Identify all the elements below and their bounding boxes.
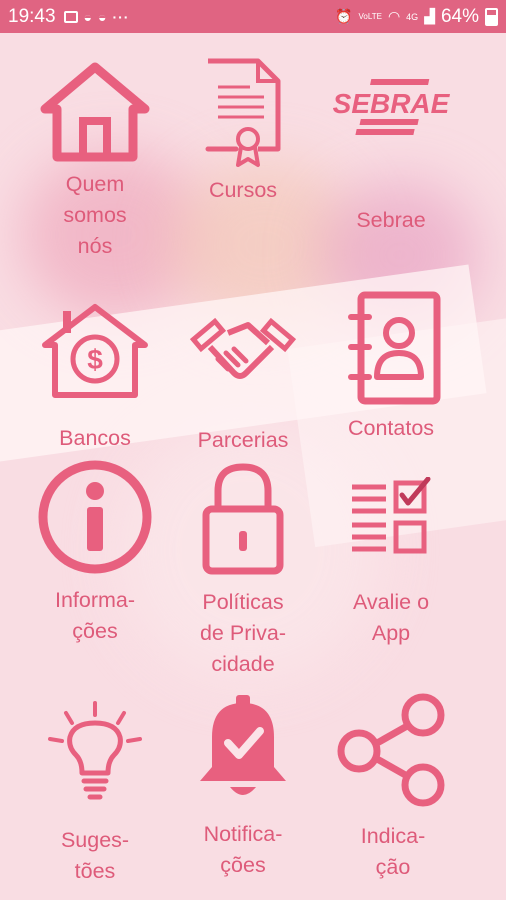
handshake-icon — [189, 317, 297, 379]
menu-item-parcerias[interactable]: Parcerias — [168, 303, 318, 456]
menu-label: Indica- ção — [360, 824, 426, 879]
menu-item-informacoes[interactable]: Informa- ções — [20, 459, 170, 647]
menu-item-notificacoes[interactable]: Notifica- ções — [168, 691, 318, 881]
notification-icon-2: ◒ — [98, 8, 107, 25]
menu-label: Notifica- ções — [203, 822, 283, 877]
menu-item-contatos[interactable]: Contatos — [316, 291, 466, 444]
gallery-icon — [63, 10, 78, 23]
bank-house-icon: $ — [42, 304, 148, 398]
svg-text:$: $ — [87, 344, 103, 375]
wifi-icon: ◠ — [387, 8, 401, 24]
info-icon — [38, 460, 152, 574]
contact-book-icon — [348, 291, 441, 405]
menu-label: Suges- tões — [60, 828, 130, 883]
menu-label: Bancos — [59, 426, 131, 450]
menu-item-politicas[interactable]: Políticas de Priva- cidade — [168, 461, 318, 680]
menu-item-avalie[interactable]: Avalie o App — [316, 477, 466, 649]
menu-label: Informa- ções — [54, 588, 136, 643]
status-bar: 19:43 ◒ ◒ ··· ⏰ VoLTE ◠ 4G ▟ 64% — [0, 0, 506, 33]
certificate-icon — [205, 58, 281, 167]
battery-icon — [485, 7, 498, 26]
lightbulb-icon — [48, 701, 142, 800]
battery-percent: 64% — [440, 5, 479, 27]
menu-label: Contatos — [347, 416, 435, 440]
menu-label: Parcerias — [197, 428, 289, 452]
more-notifications-icon: ··· — [112, 8, 130, 25]
share-icon — [337, 693, 445, 807]
house-icon — [40, 62, 150, 162]
bell-icon — [200, 695, 286, 795]
menu-label: Políticas de Priva- cidade — [199, 590, 287, 676]
status-time: 19:43 — [8, 5, 56, 27]
menu-label: Avalie o App — [352, 590, 430, 645]
sebrae-logo-text: SEBRAE — [333, 88, 451, 119]
menu-item-sugestoes[interactable]: Suges- tões — [20, 699, 170, 887]
signal-icon: ▟ — [424, 8, 435, 24]
notification-icon: ◒ — [83, 8, 93, 25]
menu-item-quem-somos[interactable]: Quem somos nós — [20, 61, 170, 262]
lock-icon — [202, 463, 284, 575]
volte-indicator: VoLTE — [358, 12, 382, 21]
alarm-icon: ⏰ — [335, 8, 353, 24]
menu-item-indicacao[interactable]: Indica- ção — [318, 691, 468, 883]
menu-label: Sebrae — [356, 208, 426, 232]
menu-label: Quem somos nós — [63, 172, 127, 258]
sebrae-logo: SEBRAE — [333, 79, 451, 135]
network-type: 4G — [406, 11, 419, 22]
checklist-icon — [352, 477, 431, 554]
menu-item-bancos[interactable]: $ Bancos — [20, 301, 170, 454]
menu-item-sebrae[interactable]: SEBRAE Sebrae — [316, 71, 466, 236]
menu-label: Cursos — [208, 178, 278, 202]
menu-item-cursos[interactable]: Cursos — [168, 57, 318, 206]
